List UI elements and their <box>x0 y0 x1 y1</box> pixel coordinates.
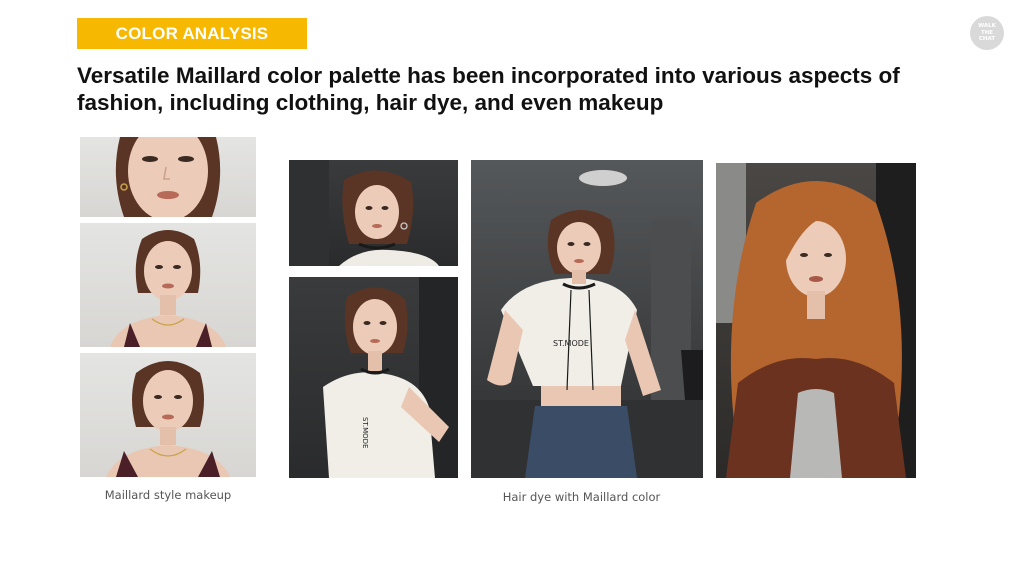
hair-dye-photo-4 <box>716 163 916 478</box>
makeup-photo-1 <box>80 137 256 217</box>
face-closeup-illustration <box>115 137 221 217</box>
portrait-illustration <box>106 361 230 477</box>
auburn-hair-portrait-illustration <box>716 163 916 478</box>
full-body-illustration: ST.MODE <box>471 170 703 478</box>
tshirt-print: ST.MODE <box>553 339 589 348</box>
selfie-illustration: ST.MODE <box>323 277 458 478</box>
hair-dye-photo-1 <box>289 160 458 266</box>
section-tag: COLOR ANALYSIS <box>77 18 307 49</box>
hair-dye-photo-2: ST.MODE <box>289 277 458 478</box>
makeup-photo-3 <box>80 353 256 477</box>
makeup-caption: Maillard style makeup <box>104 488 232 502</box>
tshirt-print: ST.MODE <box>361 417 369 448</box>
logo-line: CHAT <box>978 36 996 43</box>
portrait-illustration <box>289 160 439 266</box>
slide-title: Versatile Maillard color palette has bee… <box>77 63 900 115</box>
makeup-photo-2 <box>80 223 256 347</box>
hair-dye-caption: Hair dye with Maillard color <box>502 490 661 504</box>
walk-the-chat-logo: WALK THE CHAT <box>970 16 1004 50</box>
portrait-illustration <box>110 230 226 347</box>
hair-dye-photo-3: ST.MODE <box>471 160 703 478</box>
